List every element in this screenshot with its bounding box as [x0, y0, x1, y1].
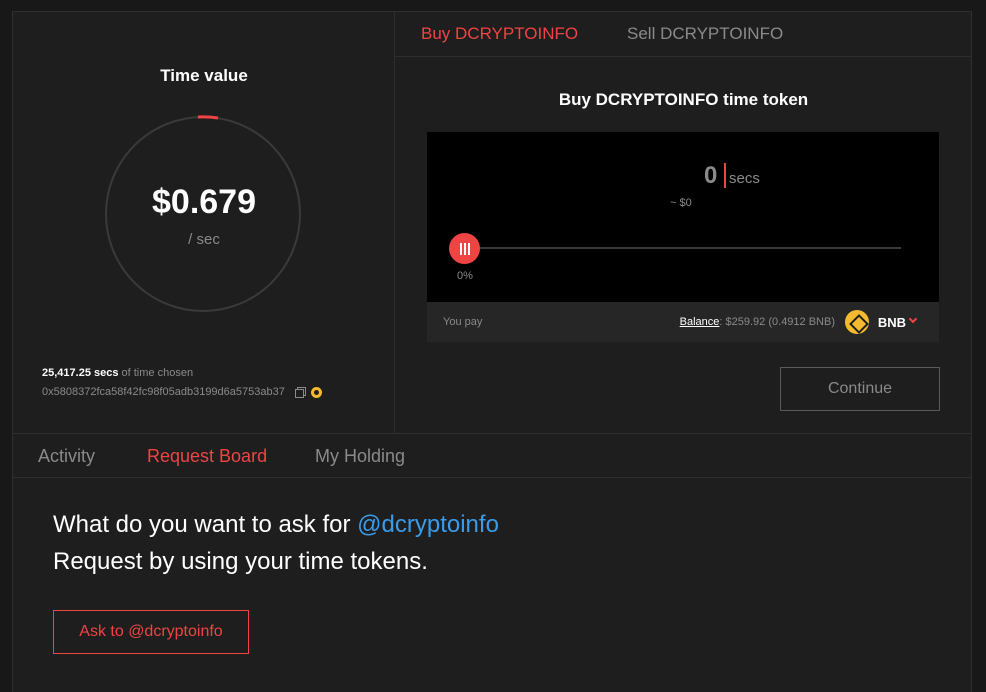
bottom-tabs: Activity Request Board My Holding — [13, 433, 972, 478]
trade-panel: Buy DCRYPTOINFO Sell DCRYPTOINFO Buy DCR… — [395, 12, 972, 433]
secs-chosen-value: 25,417.25 secs — [42, 367, 119, 379]
chevron-down-icon[interactable] — [908, 314, 918, 324]
input-caret — [724, 163, 726, 188]
contract-address-row: 0x5808372fca58f42fc98f05adb3199d6a5753ab… — [42, 386, 322, 398]
amount-input[interactable]: 0 — [704, 162, 717, 190]
ask-button[interactable]: Ask to @dcryptoinfo — [53, 610, 249, 654]
bnb-icon[interactable] — [845, 310, 869, 334]
token-coin-icon[interactable] — [310, 386, 322, 398]
main-frame: Time value $0.679 / sec 25,417.25 secs o… — [12, 11, 972, 692]
time-value-panel: Time value $0.679 / sec 25,417.25 secs o… — [13, 12, 395, 433]
tab-request-board[interactable]: Request Board — [147, 446, 267, 467]
you-pay-label: You pay — [443, 316, 483, 328]
slider-track[interactable] — [465, 247, 901, 249]
tab-my-holding[interactable]: My Holding — [315, 446, 405, 467]
currency-select[interactable]: BNB — [878, 315, 906, 330]
continue-button[interactable]: Continue — [780, 367, 940, 411]
secs-chosen-suffix: of time chosen — [118, 367, 194, 379]
time-value-title: Time value — [160, 66, 248, 85]
amount-unit: secs — [729, 170, 760, 187]
price-per-second: $0.679 — [152, 183, 256, 221]
balance-label[interactable]: Balance — [680, 316, 720, 328]
balance: Balance: $259.92 (0.4912 BNB) — [680, 316, 835, 328]
trade-tabs: Buy DCRYPTOINFO Sell DCRYPTOINFO — [395, 12, 972, 57]
usd-approx: ~ $0 — [670, 197, 692, 209]
request-subtitle: Request by using your time tokens. — [53, 548, 428, 575]
tab-buy[interactable]: Buy DCRYPTOINFO — [421, 24, 578, 44]
secs-chosen: 25,417.25 secs of time chosen — [42, 367, 193, 379]
buy-title: Buy DCRYPTOINFO time token — [558, 90, 809, 109]
tab-sell[interactable]: Sell DCRYPTOINFO — [627, 24, 783, 44]
contract-address: 0x5808372fca58f42fc98f05adb3199d6a5753ab… — [42, 386, 285, 398]
request-prompt-text: What do you want to ask for — [53, 511, 358, 538]
slider-handle[interactable] — [449, 233, 480, 264]
copy-icon[interactable] — [294, 387, 306, 398]
slider-percent: 0% — [457, 270, 473, 282]
time-value-ring-indicator — [197, 115, 219, 120]
price-unit: / sec — [188, 231, 220, 248]
balance-value: : $259.92 (0.4912 BNB) — [719, 316, 835, 328]
request-handle-link[interactable]: @dcryptoinfo — [357, 511, 499, 538]
request-prompt: What do you want to ask for @dcryptoinfo — [53, 511, 499, 539]
amount-box: 0 secs ~ $0 0% — [427, 132, 939, 302]
tab-activity[interactable]: Activity — [38, 446, 95, 467]
pay-row: You pay Balance: $259.92 (0.4912 BNB) BN… — [427, 302, 939, 342]
